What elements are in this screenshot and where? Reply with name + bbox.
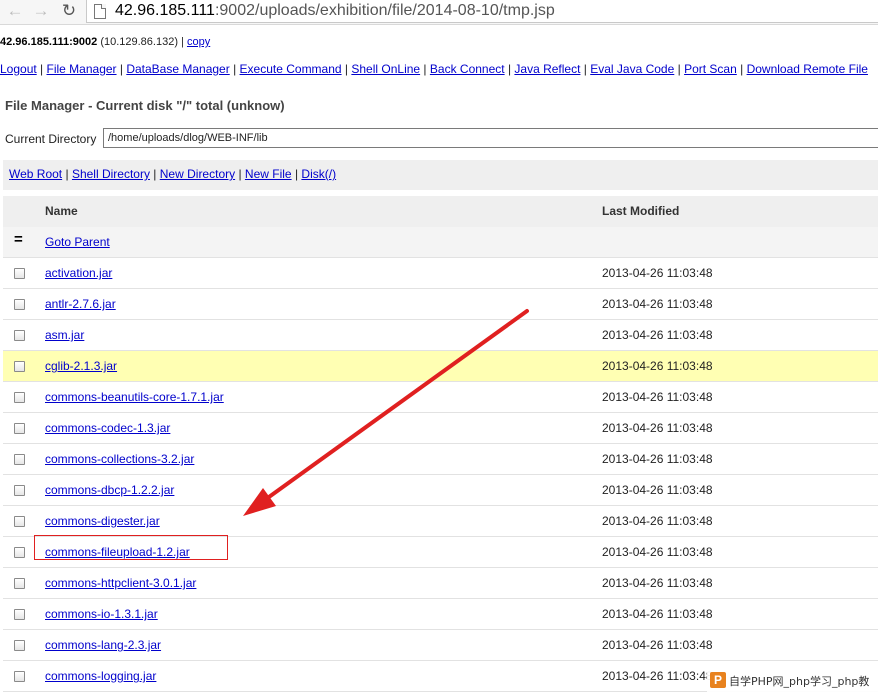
watermark-text: 自学PHP网_php学习_php教: [729, 675, 870, 688]
watermark-logo-icon: P: [710, 672, 726, 688]
annotation-arrow-icon: [243, 309, 529, 516]
watermark: P 自学PHP网_php学习_php教: [707, 668, 878, 693]
